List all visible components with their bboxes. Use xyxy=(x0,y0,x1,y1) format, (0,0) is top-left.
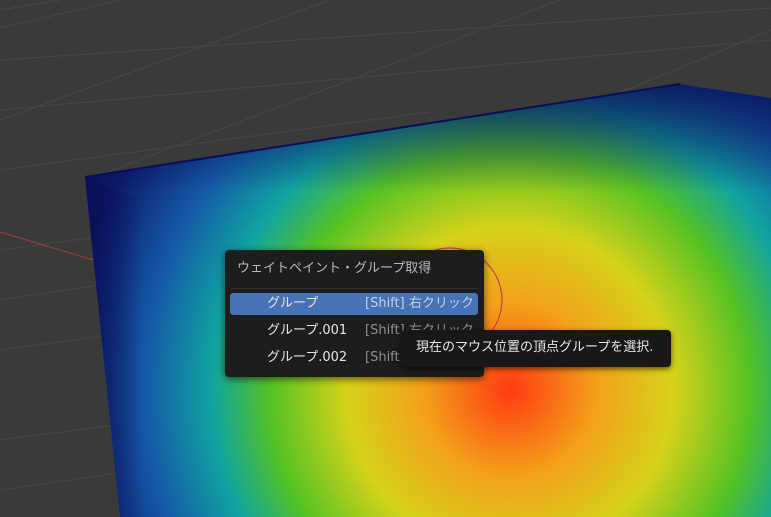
popup-separator xyxy=(231,288,478,289)
tooltip: 現在のマウス位置の頂点グループを選択. xyxy=(401,330,671,367)
menu-item-group[interactable]: グループ [Shift] 右クリック xyxy=(230,293,478,315)
popup-title: ウェイトペイント・グループ取得 xyxy=(237,261,432,276)
menu-item-label: グループ xyxy=(267,296,319,311)
menu-item-shortcut: [Shift] 右クリック xyxy=(365,296,474,311)
menu-item-label: グループ.002 xyxy=(267,350,348,365)
tooltip-text: 現在のマウス位置の頂点グループを選択. xyxy=(416,340,654,355)
x-axis-line xyxy=(0,231,101,263)
menu-item-label: グループ.001 xyxy=(267,323,348,338)
